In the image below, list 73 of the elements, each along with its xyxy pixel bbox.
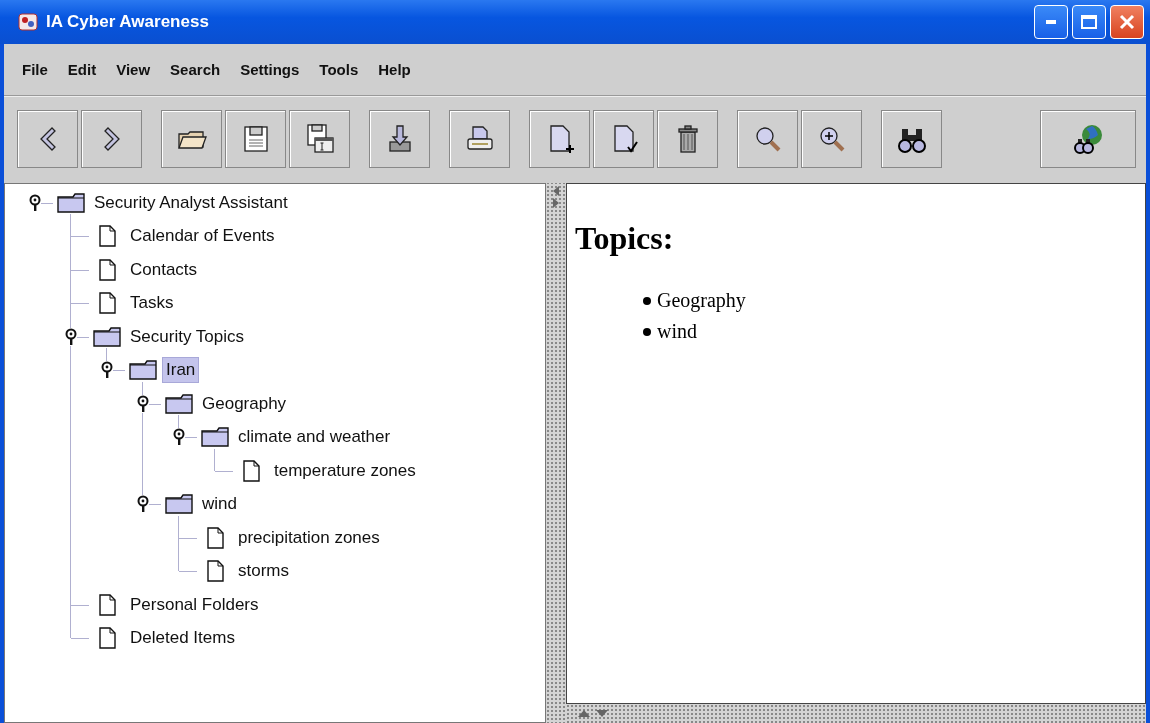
document-icon bbox=[206, 560, 224, 583]
folder-icon bbox=[57, 192, 85, 213]
window-title: IA Cyber Awareness bbox=[46, 12, 209, 32]
toggle-handle[interactable] bbox=[65, 327, 77, 346]
tree-item[interactable]: Tasks bbox=[126, 290, 178, 317]
folder-icon bbox=[165, 494, 193, 515]
document-icon bbox=[242, 459, 260, 482]
toggle-handle[interactable] bbox=[137, 394, 149, 413]
folder-icon bbox=[201, 427, 229, 448]
close-button[interactable] bbox=[1110, 5, 1144, 39]
search-button[interactable] bbox=[737, 109, 798, 168]
tree-item[interactable]: Deleted Items bbox=[126, 625, 239, 652]
tree-item[interactable]: Geography bbox=[198, 390, 291, 417]
document-icon bbox=[98, 593, 116, 616]
list-item: Geography bbox=[657, 289, 746, 312]
list-item: wind bbox=[657, 320, 697, 343]
tree-item[interactable]: climate and weather bbox=[234, 424, 395, 451]
tree-item[interactable]: storms bbox=[234, 558, 293, 585]
bullet-icon bbox=[643, 327, 651, 336]
triangle-right-icon[interactable] bbox=[553, 198, 559, 208]
toggle-handle[interactable] bbox=[29, 193, 41, 212]
menu-item[interactable]: Help bbox=[376, 59, 413, 80]
triangle-left-icon[interactable] bbox=[553, 186, 559, 196]
folder-icon bbox=[165, 393, 193, 414]
tree-item[interactable]: Calendar of Events bbox=[126, 223, 279, 250]
menu-item[interactable]: Search bbox=[168, 59, 223, 80]
tree-item[interactable]: Personal Folders bbox=[126, 591, 263, 618]
menu-item[interactable]: Edit bbox=[65, 59, 99, 80]
toggle-handle[interactable] bbox=[173, 428, 185, 447]
menu-item[interactable]: File bbox=[20, 59, 50, 80]
save-button[interactable] bbox=[225, 109, 286, 168]
web-search-button[interactable] bbox=[1040, 109, 1136, 168]
save-as-button[interactable] bbox=[289, 109, 350, 168]
print-button[interactable] bbox=[449, 109, 510, 168]
tree-item[interactable]: Security Topics bbox=[126, 323, 248, 350]
tree-item[interactable]: Iran bbox=[162, 357, 200, 384]
toggle-handle[interactable] bbox=[101, 361, 113, 380]
maximize-icon bbox=[1081, 15, 1097, 29]
globe-binoculars-icon bbox=[1072, 122, 1104, 155]
folder-icon bbox=[129, 360, 157, 381]
tree-item[interactable]: wind bbox=[198, 491, 241, 518]
document-icon bbox=[98, 225, 116, 248]
close-icon bbox=[1119, 14, 1135, 30]
app-icon bbox=[18, 12, 38, 32]
maximize-button[interactable] bbox=[1072, 5, 1106, 39]
triangle-up-icon[interactable] bbox=[578, 710, 590, 717]
toggle-handle[interactable] bbox=[137, 495, 149, 514]
delete-button[interactable] bbox=[657, 109, 718, 168]
new-document-button[interactable] bbox=[529, 109, 590, 168]
zoom-in-button[interactable] bbox=[801, 109, 862, 168]
minimize-button[interactable] bbox=[1034, 5, 1068, 39]
tree-item[interactable]: temperature zones bbox=[270, 457, 420, 484]
menu-item[interactable]: Tools bbox=[317, 59, 361, 80]
tree-item[interactable]: precipitation zones bbox=[234, 524, 384, 551]
folder-icon bbox=[93, 326, 121, 347]
back-button[interactable] bbox=[17, 109, 78, 168]
triangle-down-icon[interactable] bbox=[596, 710, 608, 717]
open-button[interactable] bbox=[161, 109, 222, 168]
tree-item[interactable]: Security Analyst Assistant bbox=[90, 189, 292, 216]
tree-item[interactable]: Contacts bbox=[126, 256, 202, 283]
bullet-icon bbox=[643, 296, 651, 305]
find-button[interactable] bbox=[881, 109, 942, 168]
document-icon bbox=[98, 292, 116, 315]
menu-item[interactable]: Settings bbox=[238, 59, 302, 80]
document-icon bbox=[98, 258, 116, 281]
content-heading: Topics: bbox=[575, 220, 675, 257]
forward-button[interactable] bbox=[81, 109, 142, 168]
document-icon bbox=[98, 627, 116, 650]
check-document-button[interactable] bbox=[593, 109, 654, 168]
menu-item[interactable]: View bbox=[114, 59, 153, 80]
minimize-icon bbox=[1046, 20, 1056, 24]
import-button[interactable] bbox=[369, 109, 430, 168]
document-icon bbox=[206, 526, 224, 549]
